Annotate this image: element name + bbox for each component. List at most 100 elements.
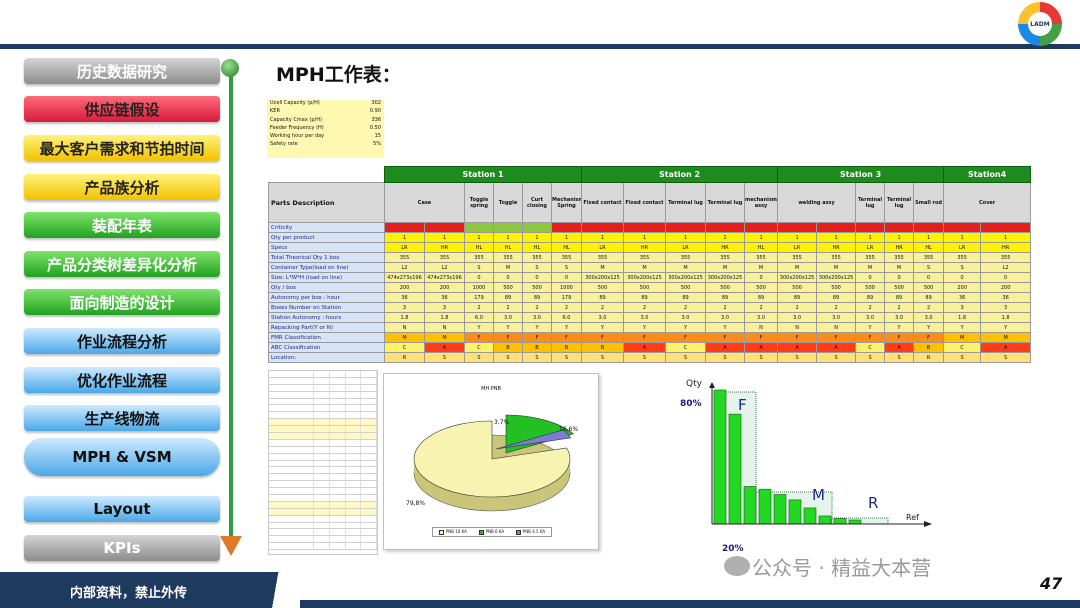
table-cell: S bbox=[884, 352, 915, 363]
table-cell: 3.0 bbox=[855, 312, 886, 323]
sidebar-item-10[interactable]: MPH & VSM bbox=[24, 438, 220, 476]
legend-item: PNB 6 KA bbox=[478, 529, 504, 535]
table-cell: 355 bbox=[705, 252, 745, 263]
list-item bbox=[269, 384, 377, 392]
list-item bbox=[269, 446, 377, 454]
table-cell: 3.0 bbox=[623, 312, 666, 323]
table-row: Repacking Part(Y or N) N N Y Y Y Y Y Y Y Y N N N Y Y Y Y Y bbox=[268, 322, 1032, 333]
table-row: Location: R S S S S S S S S S S S S S S R S S bbox=[268, 352, 1032, 363]
table-cell: F bbox=[464, 332, 494, 343]
table-cell: 300x200x125 bbox=[816, 272, 857, 283]
sidebar-item-12[interactable]: KPIs bbox=[24, 535, 220, 561]
table-cell: S bbox=[943, 262, 982, 273]
table-cell: 2 bbox=[493, 302, 523, 313]
list-item bbox=[269, 495, 377, 502]
row-label: ABC Classification bbox=[268, 342, 385, 353]
table-cell: Y bbox=[884, 322, 915, 333]
table-cell: 200 bbox=[384, 282, 425, 293]
table-cell: 3.0 bbox=[665, 312, 706, 323]
row-label: Boxes Number on Station bbox=[268, 302, 385, 313]
table-cell: M bbox=[665, 262, 706, 273]
table-cell: 3.0 bbox=[705, 312, 745, 323]
nav-timeline-knob-icon bbox=[221, 59, 239, 77]
table-cell: F bbox=[777, 332, 818, 343]
sidebar-item-7[interactable]: 作业流程分析 bbox=[24, 328, 220, 354]
list-item bbox=[269, 508, 377, 516]
table-cell: M bbox=[816, 262, 857, 273]
table-cell: R bbox=[913, 352, 945, 363]
table-cell: 89 bbox=[581, 292, 624, 303]
row-label: Specs bbox=[268, 242, 385, 253]
table-cell: 1 bbox=[522, 232, 552, 243]
pie-label-1: 79,8% bbox=[406, 500, 426, 507]
table-cell: HR bbox=[980, 242, 1032, 253]
table-cell: S bbox=[424, 352, 465, 363]
param-row: Capacity Cmax (p/H) 336 bbox=[270, 116, 381, 123]
sidebar-item-3[interactable]: 产品族分析 bbox=[24, 174, 220, 200]
table-cell: HL bbox=[522, 242, 552, 253]
list-item bbox=[269, 405, 377, 413]
table-cell: Y bbox=[493, 322, 523, 333]
table-cell: M bbox=[980, 332, 1032, 343]
sidebar-item-4[interactable]: 装配年表 bbox=[24, 212, 220, 238]
table-cell bbox=[705, 222, 745, 233]
pie-label-2: 16,6% bbox=[559, 426, 579, 433]
table-cell: 0 bbox=[943, 272, 982, 283]
table-cell: 355 bbox=[551, 252, 582, 263]
table-cell bbox=[743, 222, 779, 233]
table-cell: S bbox=[743, 352, 779, 363]
sidebar-item-0[interactable]: 历史数据研究 bbox=[24, 58, 220, 84]
table-cell: 89 bbox=[493, 292, 523, 303]
table-cell: Y bbox=[913, 322, 945, 333]
sidebar-item-1[interactable]: 供应链假设 bbox=[24, 96, 220, 122]
sidebar-item-2[interactable]: 最大客户需求和节拍时间 bbox=[24, 135, 220, 161]
sidebar-item-6[interactable]: 面向制造的设计 bbox=[24, 289, 220, 315]
table-cell: S bbox=[623, 352, 666, 363]
part-column-header: Toggle bbox=[493, 182, 523, 223]
param-row: Safety rate 5% bbox=[270, 141, 381, 148]
sidebar-item-5[interactable]: 产品分类树差异化分析 bbox=[24, 251, 220, 277]
station-header-4: Station4 bbox=[943, 166, 1032, 183]
zone-m-label: M bbox=[812, 486, 825, 504]
table-cell: Y bbox=[980, 322, 1032, 333]
sidebar-item-9[interactable]: 生产线物流 bbox=[24, 405, 220, 431]
table-cell: A bbox=[705, 342, 745, 353]
table-cell: 355 bbox=[493, 252, 523, 263]
table-cell: 500 bbox=[743, 282, 779, 293]
table-cell: A bbox=[980, 342, 1032, 353]
table-cell: A bbox=[884, 342, 915, 353]
sidebar-item-11[interactable]: Layout bbox=[24, 496, 220, 522]
list-item bbox=[269, 398, 377, 406]
table-cell: 3 bbox=[943, 302, 982, 313]
table-cell: F bbox=[855, 332, 886, 343]
sidebar-item-8[interactable]: 优化作业流程 bbox=[24, 367, 220, 393]
table-cell: S bbox=[980, 352, 1032, 363]
company-logo: LADM bbox=[1018, 2, 1062, 46]
list-item bbox=[269, 412, 377, 420]
table-cell: Y bbox=[551, 322, 582, 333]
table-cell: B bbox=[913, 342, 945, 353]
table-cell: 1 bbox=[943, 232, 982, 243]
table-cell: 1 bbox=[464, 232, 494, 243]
table-cell: 474x273x196 bbox=[384, 272, 425, 283]
list-item bbox=[269, 488, 377, 496]
table-row: FMR Classification M M F F F F F F F F F F F F F F M M bbox=[268, 332, 1032, 343]
table-cell: M bbox=[424, 332, 465, 343]
table-cell bbox=[424, 222, 465, 233]
row-label: Repacking Part(Y or N) bbox=[268, 322, 385, 333]
table-cell: 1 bbox=[777, 232, 818, 243]
pie-chart bbox=[413, 414, 574, 512]
table-cell: 500 bbox=[665, 282, 706, 293]
table-cell: 500 bbox=[884, 282, 915, 293]
list-item bbox=[269, 481, 377, 489]
pareto-bar bbox=[848, 519, 862, 525]
table-cell: 0 bbox=[522, 272, 552, 283]
table-cell: 355 bbox=[913, 252, 945, 263]
row-label: Total Theorical Qty 1 box bbox=[268, 252, 385, 263]
table-cell: N bbox=[384, 322, 425, 333]
table-cell: S bbox=[855, 352, 886, 363]
table-cell: 355 bbox=[980, 252, 1032, 263]
table-cell: 1 bbox=[384, 232, 425, 243]
table-cell: S bbox=[464, 352, 494, 363]
table-cell: HR bbox=[424, 242, 465, 253]
